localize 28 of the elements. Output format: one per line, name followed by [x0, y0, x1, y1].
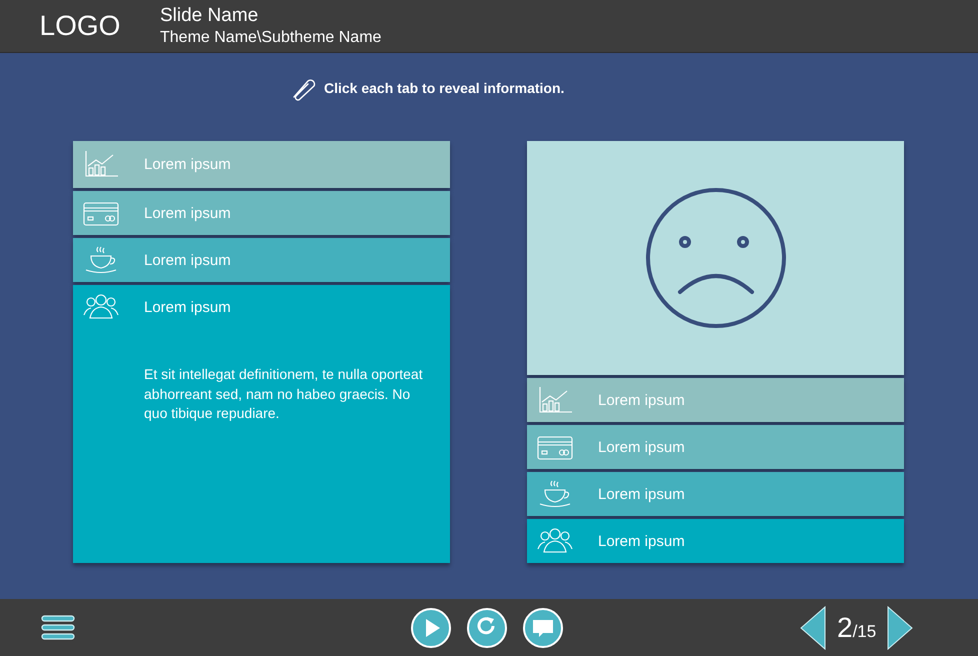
slide-title: Slide Name — [160, 5, 260, 27]
people-icon — [83, 293, 119, 321]
page-total: /15 — [852, 622, 876, 642]
comment-button[interactable] — [522, 606, 564, 648]
accordion-tab[interactable]: Lorem ipsum — [527, 519, 904, 563]
accordion-tab[interactable]: Lorem ipsum — [527, 472, 904, 516]
accordion-tab[interactable]: Lorem ipsum — [527, 425, 904, 469]
accordion-tab[interactable]: Lorem ipsum — [73, 191, 450, 235]
chart-icon — [537, 386, 573, 414]
instruction-text: Click each tab to reveal information. — [324, 80, 564, 96]
play-button[interactable] — [410, 606, 452, 648]
next-button[interactable] — [886, 606, 914, 650]
sad-face-icon — [644, 187, 786, 329]
cup-icon — [83, 246, 119, 274]
menu-icon[interactable] — [41, 614, 75, 642]
replay-button[interactable] — [466, 606, 508, 648]
theme-path: Theme Name\Subtheme Name — [160, 29, 382, 47]
chart-icon — [83, 150, 119, 178]
logo: LOGO — [38, 10, 122, 42]
cup-icon — [537, 480, 573, 508]
previous-button[interactable] — [799, 606, 827, 650]
people-icon — [537, 527, 573, 555]
accordion-tab[interactable]: Lorem ipsum Et sit intellegat definitionem, te nulla oporteat abhorreant sed, nam no habeo graecis. No quo tibique repudiare. — [73, 285, 450, 563]
accordion-tab[interactable]: Lorem ipsum — [73, 141, 450, 188]
body-text: Et sit intellegat definitionem, te nulla oporteat abhorreant sed, nam no habeo graecis. No quo tibique repudiare. — [144, 365, 424, 424]
accordion-tab[interactable]: Lorem ipsum — [527, 378, 904, 422]
page-number: 2 — [837, 612, 853, 644]
accordion-tab[interactable]: Lorem ipsum — [73, 238, 450, 282]
